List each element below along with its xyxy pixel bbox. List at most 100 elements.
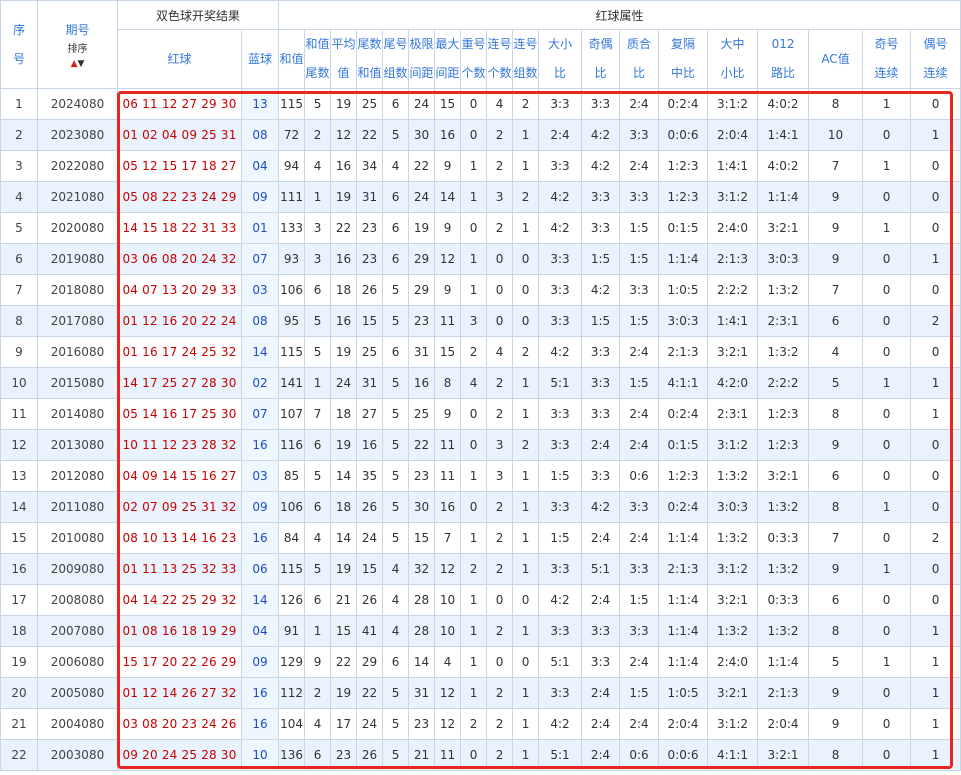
table-cell: 1 bbox=[304, 367, 332, 399]
table-cell: 1:4:1 bbox=[707, 305, 759, 337]
row-index: 16 bbox=[0, 553, 38, 585]
row-index: 14 bbox=[0, 491, 38, 523]
table-cell: 1:3:2 bbox=[757, 491, 810, 523]
table-cell: 19 bbox=[330, 88, 358, 120]
table-cell: 8 bbox=[808, 739, 864, 771]
table-cell: 8 bbox=[808, 88, 864, 120]
table-cell: 3:3 bbox=[619, 119, 660, 151]
sort-control[interactable]: 排序 ▲▼ bbox=[68, 44, 88, 70]
table-row: 3 2022080 05 12 15 17 18 27 04 94 4 16 34 4 22 9 1 2… bbox=[0, 150, 961, 182]
table-cell: 0 bbox=[486, 274, 514, 306]
table-cell: 16 bbox=[408, 367, 436, 399]
table-cell: 25 bbox=[356, 336, 384, 368]
table-cell: 0 bbox=[460, 739, 488, 771]
blue-ball: 04 bbox=[240, 615, 280, 647]
table-cell: 16 bbox=[330, 243, 358, 275]
table-cell: 5 bbox=[304, 460, 332, 492]
table-cell: 1:1:4 bbox=[757, 646, 810, 678]
table-cell: 2 bbox=[910, 305, 961, 337]
table-cell: 2:4 bbox=[581, 584, 621, 616]
table-cell: 9 bbox=[808, 212, 864, 244]
issue-number: 2006080 bbox=[37, 646, 118, 678]
table-cell: 2:4 bbox=[581, 677, 621, 709]
table-cell: 1 bbox=[460, 150, 488, 182]
table-cell: 5 bbox=[382, 491, 410, 523]
table-cell: 25 bbox=[408, 398, 436, 430]
table-cell: 19 bbox=[330, 429, 358, 461]
table-cell: 3:1:2 bbox=[707, 708, 759, 740]
table-cell: 15 bbox=[408, 522, 436, 554]
table-cell: 1:2:3 bbox=[658, 150, 709, 182]
table-cell: 23 bbox=[408, 708, 436, 740]
table-cell: 1 bbox=[910, 739, 961, 771]
table-cell: 23 bbox=[356, 212, 384, 244]
table-cell: 84 bbox=[278, 522, 306, 554]
table-cell: 5 bbox=[382, 429, 410, 461]
table-cell: 4 bbox=[460, 367, 488, 399]
table-cell: 2 bbox=[486, 708, 514, 740]
table-cell: 0 bbox=[460, 88, 488, 120]
table-row: 1 2024080 06 11 12 27 29 30 13 115 5 19 25 6 24 15… bbox=[0, 88, 961, 120]
table-cell: 1 bbox=[910, 677, 961, 709]
row-index: 5 bbox=[0, 212, 38, 244]
red-balls: 06 11 12 27 29 30 bbox=[117, 88, 242, 120]
table-cell: 1:1:4 bbox=[658, 522, 709, 554]
blue-ball: 10 bbox=[240, 739, 280, 771]
blue-ball: 16 bbox=[240, 677, 280, 709]
issue-number: 2004080 bbox=[37, 708, 118, 740]
table-cell: 2:4 bbox=[619, 88, 660, 120]
red-balls: 02 07 09 25 31 32 bbox=[117, 491, 242, 523]
table-cell: 30 bbox=[408, 119, 436, 151]
table-cell: 3:3 bbox=[538, 274, 583, 306]
table-cell: 5 bbox=[382, 398, 410, 430]
table-cell: 2:4 bbox=[581, 739, 621, 771]
header-attr-col: 奇偶比 bbox=[581, 29, 621, 89]
table-cell: 0 bbox=[910, 553, 961, 585]
table-cell: 6 bbox=[382, 243, 410, 275]
row-index: 22 bbox=[0, 739, 38, 771]
table-cell: 5 bbox=[382, 739, 410, 771]
table-cell: 23 bbox=[408, 305, 436, 337]
table-cell: 2 bbox=[460, 708, 488, 740]
red-balls: 05 12 15 17 18 27 bbox=[117, 150, 242, 182]
table-cell: 1 bbox=[460, 460, 488, 492]
issue-number: 2019080 bbox=[37, 243, 118, 275]
table-cell: 16 bbox=[330, 150, 358, 182]
blue-ball: 02 bbox=[240, 367, 280, 399]
table-cell: 21 bbox=[408, 739, 436, 771]
table-cell: 1 bbox=[512, 119, 540, 151]
table-cell: 0 bbox=[862, 305, 912, 337]
table-cell: 116 bbox=[278, 429, 306, 461]
table-cell: 1:4:1 bbox=[757, 119, 810, 151]
table-cell: 85 bbox=[278, 460, 306, 492]
blue-ball: 08 bbox=[240, 119, 280, 151]
issue-number: 2015080 bbox=[37, 367, 118, 399]
table-cell: 4:2 bbox=[538, 336, 583, 368]
table-cell: 5 bbox=[382, 708, 410, 740]
table-cell: 3:3 bbox=[581, 212, 621, 244]
issue-number: 2011080 bbox=[37, 491, 118, 523]
table-cell: 3:3 bbox=[538, 553, 583, 585]
table-cell: 1 bbox=[512, 677, 540, 709]
table-cell: 4:0:2 bbox=[757, 150, 810, 182]
sort-desc-icon[interactable]: ▼ bbox=[78, 59, 85, 69]
table-cell: 22 bbox=[356, 119, 384, 151]
table-cell: 1 bbox=[862, 212, 912, 244]
table-cell: 0 bbox=[862, 336, 912, 368]
issue-number: 2020080 bbox=[37, 212, 118, 244]
table-cell: 1 bbox=[512, 460, 540, 492]
table-cell: 3:3 bbox=[538, 615, 583, 647]
row-index: 2 bbox=[0, 119, 38, 151]
table-cell: 0 bbox=[512, 274, 540, 306]
table-cell: 2 bbox=[512, 429, 540, 461]
table-row: 18 2007080 01 08 16 18 19 29 04 91 1 15 41 4 28 10… bbox=[0, 615, 961, 647]
table-cell: 2:1:3 bbox=[658, 336, 709, 368]
table-cell: 23 bbox=[356, 243, 384, 275]
sort-asc-icon[interactable]: ▲ bbox=[71, 59, 78, 69]
table-cell: 5 bbox=[382, 367, 410, 399]
table-cell: 0 bbox=[512, 646, 540, 678]
table-cell: 31 bbox=[408, 336, 436, 368]
table-cell: 3 bbox=[486, 460, 514, 492]
row-index: 12 bbox=[0, 429, 38, 461]
table-cell: 15 bbox=[434, 88, 462, 120]
